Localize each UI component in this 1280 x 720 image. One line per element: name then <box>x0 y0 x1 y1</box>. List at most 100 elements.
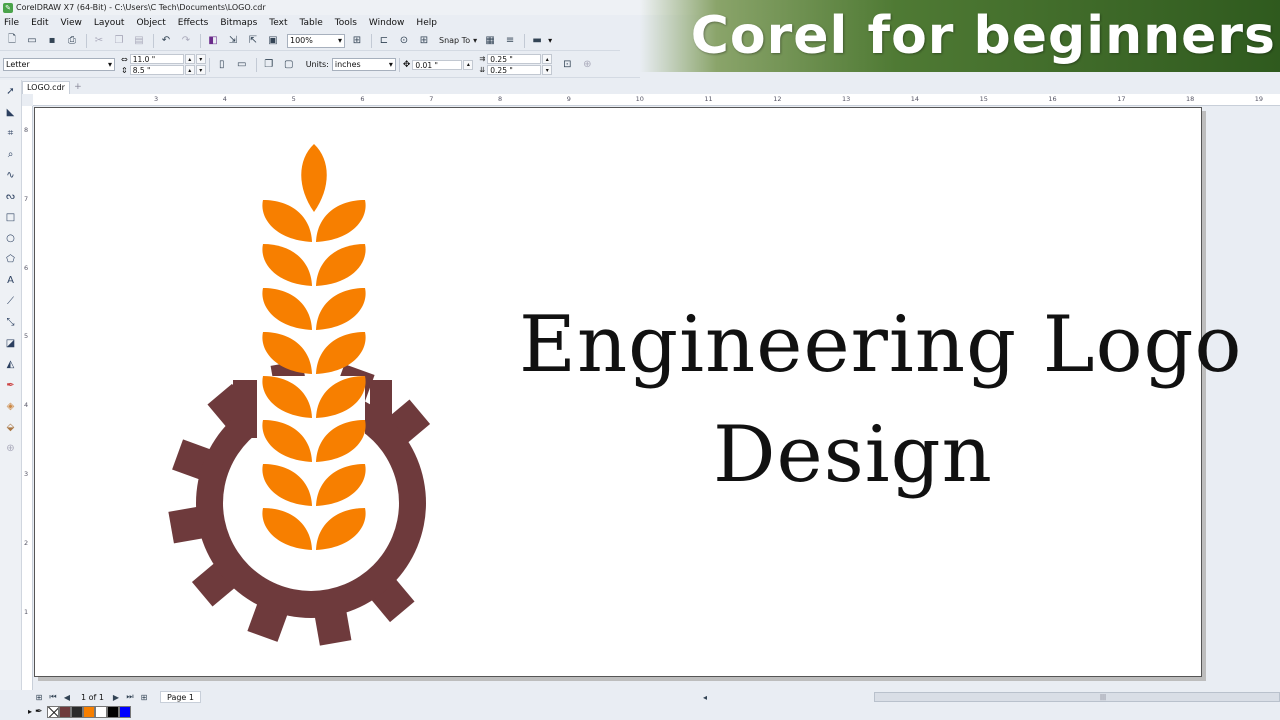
color-eyedropper-icon[interactable]: ✒ <box>2 376 20 395</box>
redo-icon[interactable]: ↷ <box>177 32 195 50</box>
duplicate-x-input[interactable]: 0.25 " <box>487 54 542 64</box>
color-swatch[interactable] <box>70 705 83 718</box>
polygon-tool-icon[interactable]: ⬠ <box>2 250 20 269</box>
scroll-left-icon[interactable]: ◂ <box>699 691 711 703</box>
menu-text[interactable]: Text <box>269 18 287 28</box>
connector-tool-icon[interactable]: ⤡ <box>2 313 20 332</box>
menu-object[interactable]: Object <box>136 18 165 28</box>
search-content-icon[interactable]: ◧ <box>204 32 222 50</box>
add-tab-icon[interactable]: + <box>72 81 84 93</box>
menu-view[interactable]: View <box>61 18 82 28</box>
document-page[interactable]: Engineering Logo Design <box>34 107 1241 678</box>
shape-tool-icon[interactable]: ◣ <box>2 103 20 122</box>
logo-title-line-1[interactable]: Engineering Logo <box>519 306 1242 384</box>
parallel-dimension-icon[interactable]: ⟋ <box>2 292 20 311</box>
pick-tool-icon[interactable]: ➚ <box>2 82 20 101</box>
portrait-icon[interactable]: ▯ <box>213 56 231 74</box>
no-color-swatch[interactable] <box>46 705 59 718</box>
page-size-select[interactable]: Letter ▾ <box>3 58 115 71</box>
zoom-level-select[interactable]: 100% ▾ <box>287 33 345 48</box>
color-swatch[interactable] <box>94 705 107 718</box>
save-icon[interactable]: ▪ <box>43 32 61 50</box>
menu-window[interactable]: Window <box>369 18 405 28</box>
cut-icon[interactable]: ✂ <box>90 32 108 50</box>
paste-icon[interactable]: ▤ <box>130 32 148 50</box>
show-grid-icon[interactable]: ⊙ <box>395 32 413 50</box>
artistic-media-icon[interactable]: ᔓ <box>2 187 20 206</box>
copy-icon[interactable]: ❐ <box>110 32 128 50</box>
page-options-icon[interactable]: ⊞ <box>33 691 45 703</box>
landscape-icon[interactable]: ▭ <box>233 56 251 74</box>
engineering-logo[interactable] <box>35 108 1203 678</box>
palette-arrow-icon[interactable]: ▸ <box>28 707 32 716</box>
import-icon[interactable]: ⇲ <box>224 32 242 50</box>
next-page-icon[interactable]: ▶ <box>110 691 122 703</box>
menu-edit[interactable]: Edit <box>31 18 48 28</box>
units-select[interactable]: inches ▾ <box>331 58 396 71</box>
spinner-icon[interactable]: ▾ <box>195 54 206 64</box>
color-swatch[interactable] <box>58 705 71 718</box>
crop-tool-icon[interactable]: ⌗ <box>2 124 20 143</box>
ellipse-tool-icon[interactable]: ○ <box>2 229 20 248</box>
duplicate-y-input[interactable]: 0.25 " <box>487 65 542 75</box>
menu-table[interactable]: Table <box>299 18 322 28</box>
page-width-input[interactable]: 11.0 " <box>129 54 184 64</box>
tab-logo-cdr[interactable]: LOGO.cdr <box>22 80 70 94</box>
open-folder-icon[interactable]: ▭ <box>23 32 41 50</box>
interactive-fill-icon[interactable]: ◈ <box>2 397 20 416</box>
export-icon[interactable]: ⇱ <box>244 32 262 50</box>
publish-pdf-icon[interactable]: ▣ <box>264 32 282 50</box>
drop-shadow-icon[interactable]: ◪ <box>2 334 20 353</box>
menu-effects[interactable]: Effects <box>178 18 209 28</box>
color-swatch[interactable] <box>106 705 119 718</box>
current-page-icon[interactable]: ▢ <box>280 56 298 74</box>
menu-file[interactable]: File <box>4 18 19 28</box>
application-launcher-icon[interactable]: ≡ <box>501 32 519 50</box>
undo-icon[interactable]: ↶ <box>157 32 175 50</box>
freehand-tool-icon[interactable]: ∿ <box>2 166 20 185</box>
snap-to-dropdown[interactable]: Snap To ▾ <box>439 36 477 45</box>
transparency-tool-icon[interactable]: ◭ <box>2 355 20 374</box>
eyedropper-icon[interactable]: ✒ <box>35 707 43 717</box>
add-tool-icon[interactable]: ⊕ <box>2 439 20 458</box>
nudge-distance-input[interactable]: 0.01 " <box>412 59 463 70</box>
menu-layout[interactable]: Layout <box>94 18 125 28</box>
zoom-tool-icon[interactable]: ⌕ <box>2 145 20 164</box>
print-icon[interactable]: ⎙ <box>63 32 81 50</box>
welcome-screen-icon[interactable]: ▬ <box>528 32 546 50</box>
menu-help[interactable]: Help <box>416 18 437 28</box>
text-tool-icon[interactable]: A <box>2 271 20 290</box>
drawing-canvas[interactable]: Engineering Logo Design <box>34 107 1280 689</box>
vertical-ruler[interactable]: 8 7 6 5 4 3 2 1 <box>22 106 33 690</box>
scrollbar-grip[interactable]: ||| <box>1100 694 1106 701</box>
previous-page-icon[interactable]: ◀ <box>61 691 73 703</box>
color-swatch[interactable] <box>82 705 95 718</box>
spinner-icon[interactable]: ▾ <box>195 65 206 75</box>
spinner-icon[interactable]: ▴ <box>184 54 195 64</box>
spinner-icon[interactable]: ▴ <box>463 59 474 70</box>
spinner-icon[interactable]: ▴ <box>542 54 553 64</box>
chevron-down-icon[interactable]: ▾ <box>548 36 552 45</box>
horizontal-ruler[interactable]: 3 4 5 6 7 8 9 10 11 12 13 14 15 16 17 18 19 <box>33 94 1280 106</box>
all-pages-icon[interactable]: ❐ <box>260 56 278 74</box>
first-page-icon[interactable]: ⏮ <box>47 691 59 703</box>
show-guidelines-icon[interactable]: ⊞ <box>415 32 433 50</box>
spinner-icon[interactable]: ▾ <box>542 65 553 75</box>
new-document-icon[interactable]: 🗋 <box>3 32 21 50</box>
page-height-input[interactable]: 8.5 " <box>129 65 184 75</box>
spinner-icon[interactable]: ▴ <box>184 65 195 75</box>
show-rulers-icon[interactable]: ⊏ <box>375 32 393 50</box>
add-icon[interactable]: ⊕ <box>578 56 596 74</box>
horizontal-scrollbar[interactable]: ||| <box>874 692 1280 702</box>
menu-tools[interactable]: Tools <box>335 18 357 28</box>
full-screen-icon[interactable]: ⊞ <box>348 32 366 50</box>
last-page-icon[interactable]: ⏭ <box>124 691 136 703</box>
logo-title-line-2[interactable]: Design <box>713 416 993 494</box>
snap-settings-icon[interactable]: ⊡ <box>558 56 576 74</box>
color-swatch[interactable] <box>118 705 131 718</box>
menu-bitmaps[interactable]: Bitmaps <box>220 18 257 28</box>
options-icon[interactable]: ▦ <box>481 32 499 50</box>
add-page-icon[interactable]: ⊞ <box>138 691 150 703</box>
smart-fill-icon[interactable]: ⬙ <box>2 418 20 437</box>
rectangle-tool-icon[interactable]: □ <box>2 208 20 227</box>
